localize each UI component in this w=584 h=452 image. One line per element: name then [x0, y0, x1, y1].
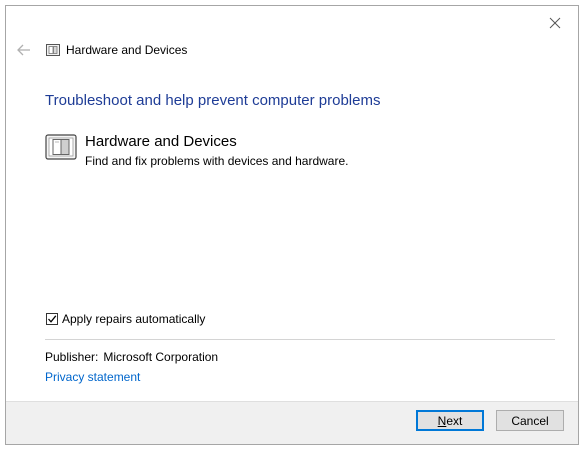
- hardware-devices-icon: [45, 133, 77, 161]
- item-description: Find and fix problems with devices and h…: [85, 154, 349, 168]
- footer-bar: Next Cancel: [6, 401, 578, 444]
- hardware-devices-icon: [46, 43, 60, 57]
- cancel-button[interactable]: Cancel: [496, 410, 564, 431]
- next-button[interactable]: Next: [416, 410, 484, 431]
- item-title: Hardware and Devices: [85, 133, 237, 150]
- next-label-rest: ext: [446, 413, 463, 428]
- apply-repairs-option[interactable]: Apply repairs automatically: [46, 312, 205, 326]
- window-title: Hardware and Devices: [66, 43, 188, 57]
- publisher-label: Publisher:: [45, 350, 99, 364]
- close-icon[interactable]: [546, 14, 564, 32]
- publisher-info: Publisher: Microsoft Corporation: [45, 350, 218, 364]
- item-text: Hardware and Devices Find and fix proble…: [85, 133, 348, 168]
- page-heading: Troubleshoot and help prevent computer p…: [45, 92, 381, 109]
- apply-repairs-checkbox[interactable]: [46, 313, 58, 325]
- divider: [45, 339, 555, 340]
- troubleshooter-window: Hardware and Devices Troubleshoot and he…: [5, 5, 579, 445]
- publisher-value: Microsoft Corporation: [103, 350, 219, 364]
- title-bar: Hardware and Devices: [16, 40, 187, 60]
- privacy-statement-link[interactable]: Privacy statement: [45, 370, 140, 384]
- apply-repairs-label: Apply repairs automatically: [62, 312, 206, 326]
- troubleshooter-item: Hardware and Devices Find and fix proble…: [45, 133, 348, 168]
- back-arrow-icon[interactable]: [16, 42, 32, 58]
- next-accelerator: N: [437, 413, 447, 428]
